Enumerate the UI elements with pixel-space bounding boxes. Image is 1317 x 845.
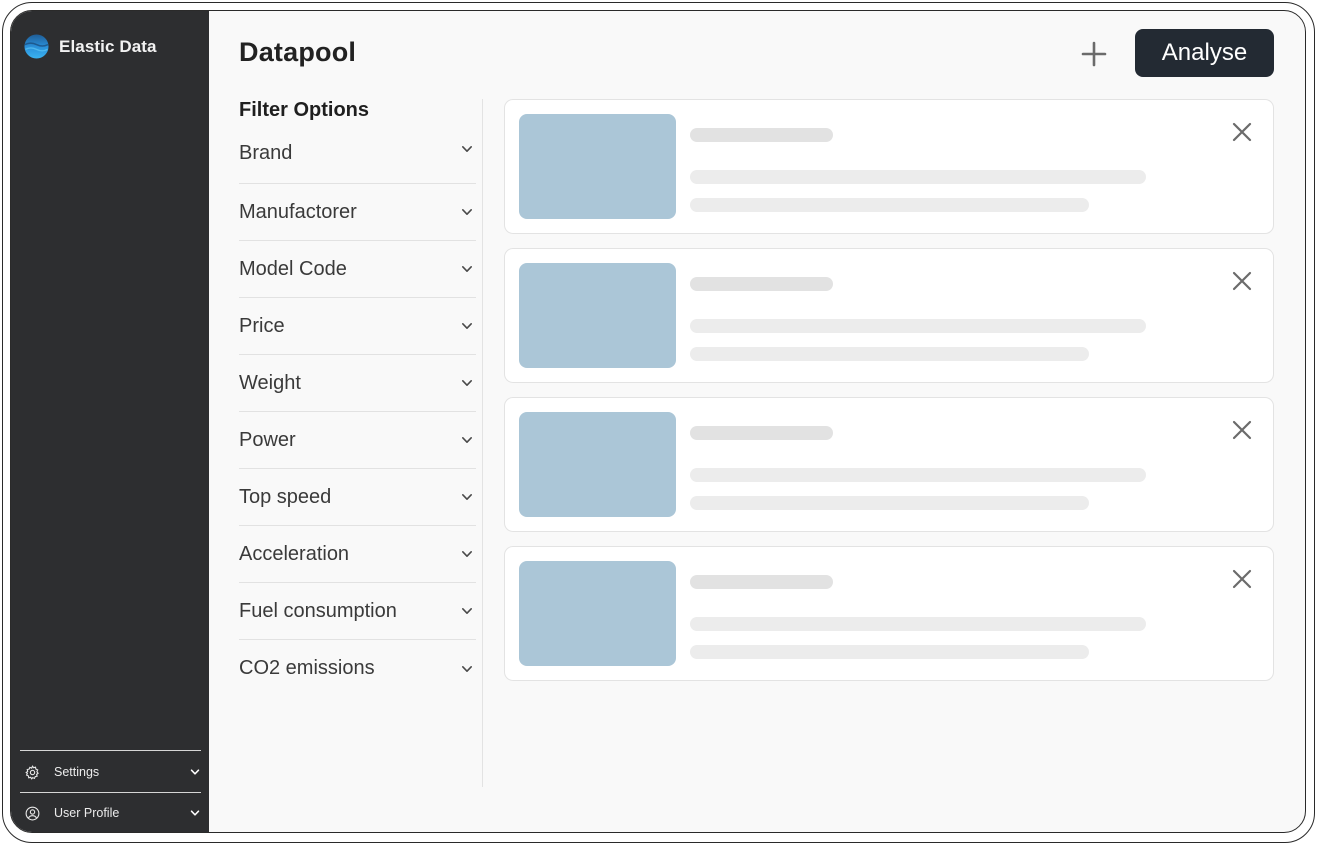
card-thumbnail bbox=[519, 263, 676, 368]
skeleton-title bbox=[690, 575, 833, 589]
brand[interactable]: Elastic Data bbox=[24, 34, 157, 59]
panel-divider bbox=[482, 99, 483, 787]
sidebar: Elastic Data Settings User Profile bbox=[11, 11, 209, 832]
globe-logo-icon bbox=[24, 34, 49, 59]
page-title: Datapool bbox=[239, 37, 357, 67]
filter-item-weight[interactable]: Weight bbox=[239, 355, 476, 412]
remove-card-button[interactable] bbox=[1230, 120, 1254, 144]
app-name: Elastic Data bbox=[59, 36, 157, 56]
filter-label: Manufactorer bbox=[239, 200, 357, 223]
card-thumbnail bbox=[519, 561, 676, 666]
filter-item-top-speed[interactable]: Top speed bbox=[239, 469, 476, 526]
data-card[interactable] bbox=[504, 248, 1274, 383]
chevron-down-icon bbox=[462, 323, 472, 329]
skeleton-line bbox=[690, 496, 1089, 510]
skeleton-line bbox=[690, 347, 1089, 361]
remove-card-button[interactable] bbox=[1230, 567, 1254, 591]
card-thumbnail bbox=[519, 114, 676, 219]
filter-item-fuel-consumption[interactable]: Fuel consumption bbox=[239, 583, 476, 640]
filter-title: Filter Options bbox=[239, 99, 369, 121]
chevron-down-icon bbox=[190, 810, 200, 816]
filter-item-brand[interactable]: Brand bbox=[239, 142, 476, 184]
datapool-list bbox=[504, 99, 1274, 695]
chevron-down-icon bbox=[462, 266, 472, 272]
filter-label: Acceleration bbox=[239, 542, 350, 565]
filter-item-co2-emissions[interactable]: CO2 emissions bbox=[239, 640, 476, 697]
plus-icon bbox=[1081, 41, 1107, 67]
chevron-down-icon bbox=[462, 146, 472, 152]
filter-item-acceleration[interactable]: Acceleration bbox=[239, 526, 476, 583]
skeleton-line bbox=[690, 198, 1089, 212]
skeleton-title bbox=[690, 277, 833, 291]
gear-icon bbox=[25, 764, 39, 780]
filter-label: Price bbox=[239, 314, 285, 337]
data-card[interactable] bbox=[504, 397, 1274, 532]
filter-label: Model Code bbox=[239, 257, 347, 280]
chevron-down-icon bbox=[462, 665, 472, 672]
sidebar-item-user-profile[interactable]: User Profile bbox=[20, 794, 201, 832]
chevron-down-icon bbox=[462, 437, 472, 443]
chevron-down-icon bbox=[462, 608, 472, 614]
chevron-down-icon bbox=[462, 494, 472, 500]
sidebar-item-label: User Profile bbox=[54, 806, 120, 820]
add-button[interactable] bbox=[1077, 37, 1111, 71]
filter-label: Brand bbox=[239, 142, 293, 164]
filter-item-power[interactable]: Power bbox=[239, 412, 476, 469]
data-card[interactable] bbox=[504, 99, 1274, 234]
filter-label: Power bbox=[239, 428, 296, 451]
filter-label: CO2 emissions bbox=[239, 657, 375, 679]
user-circle-icon bbox=[25, 806, 40, 820]
filter-label: Top speed bbox=[239, 485, 332, 508]
chevron-down-icon bbox=[462, 380, 472, 386]
analyse-button[interactable]: Analyse bbox=[1135, 29, 1274, 77]
chevron-down-icon bbox=[462, 551, 472, 557]
skeleton-line bbox=[690, 468, 1146, 482]
remove-card-button[interactable] bbox=[1230, 418, 1254, 442]
filter-label: Weight bbox=[239, 371, 301, 394]
sidebar-item-label: Settings bbox=[54, 765, 100, 779]
close-icon bbox=[1232, 420, 1252, 440]
chevron-down-icon bbox=[462, 209, 472, 215]
skeleton-line bbox=[690, 319, 1146, 333]
filter-list: Brand Manufactorer Model Code Price Weight Po… bbox=[239, 142, 476, 697]
sidebar-divider bbox=[20, 792, 201, 793]
sidebar-item-settings[interactable]: Settings bbox=[20, 753, 201, 791]
skeleton-line bbox=[690, 617, 1146, 631]
close-icon bbox=[1232, 122, 1252, 142]
card-thumbnail bbox=[519, 412, 676, 517]
sidebar-divider bbox=[20, 750, 201, 751]
filter-item-price[interactable]: Price bbox=[239, 298, 476, 355]
filter-item-model-code[interactable]: Model Code bbox=[239, 241, 476, 298]
main-content: Datapool Analyse Filter Options Brand Man… bbox=[209, 11, 1305, 832]
filter-panel: Filter Options Brand Manufactorer Model Co… bbox=[239, 99, 476, 697]
skeleton-title bbox=[690, 426, 833, 440]
remove-card-button[interactable] bbox=[1230, 269, 1254, 293]
skeleton-line bbox=[690, 170, 1146, 184]
skeleton-title bbox=[690, 128, 833, 142]
chevron-down-icon bbox=[190, 769, 200, 775]
filter-label: Fuel consumption bbox=[239, 599, 397, 622]
filter-item-manufactorer[interactable]: Manufactorer bbox=[239, 184, 476, 241]
skeleton-line bbox=[690, 645, 1089, 659]
data-card[interactable] bbox=[504, 546, 1274, 681]
app-window: Elastic Data Settings User Profile Datap… bbox=[10, 10, 1306, 833]
close-icon bbox=[1232, 569, 1252, 589]
close-icon bbox=[1232, 271, 1252, 291]
